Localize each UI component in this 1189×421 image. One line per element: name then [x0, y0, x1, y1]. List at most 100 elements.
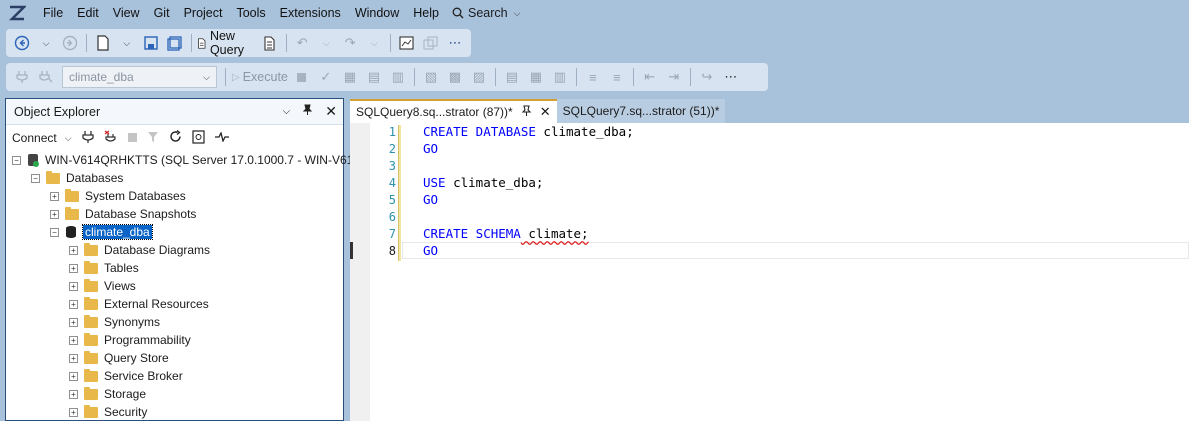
folder-icon	[84, 404, 98, 418]
chevron-down-icon[interactable]: ⌵	[36, 32, 56, 54]
more-icon[interactable]: ⋯	[721, 66, 741, 88]
decrease-indent-icon[interactable]: ⇤	[640, 66, 660, 88]
disconnect-icon[interactable]	[104, 129, 118, 147]
specify-values-icon[interactable]: ↪	[697, 66, 717, 88]
tree-node-databases[interactable]: − Databases	[6, 169, 343, 187]
connect-plug-icon[interactable]	[81, 130, 94, 147]
collapse-icon[interactable]: −	[31, 173, 40, 183]
expand-icon[interactable]: +	[69, 371, 78, 381]
more-icon[interactable]: ⋯	[445, 32, 465, 54]
tree-node-views[interactable]: + Views	[6, 277, 343, 295]
expand-icon[interactable]: +	[69, 317, 78, 327]
tree-node-external-resources[interactable]: + External Resources	[6, 295, 343, 313]
results-file-icon[interactable]: ▥	[550, 66, 570, 88]
chevron-down-icon[interactable]: ⌵	[117, 32, 137, 54]
sql-editor[interactable]: 1 2 3 4 5 6 7 8 CREATE DATABASE climate_…	[350, 123, 1189, 421]
close-icon[interactable]: ✕	[540, 104, 551, 120]
tab-sqlquery7[interactable]: SQLQuery7.sq...strator (51))*	[556, 99, 726, 123]
play-icon: ▷	[232, 71, 240, 83]
expand-icon[interactable]: +	[69, 389, 78, 399]
connect-button[interactable]: Connect ⌵	[12, 131, 72, 145]
menu-project[interactable]: Project	[177, 0, 230, 26]
expand-icon[interactable]: +	[69, 245, 78, 255]
expand-icon[interactable]: +	[69, 335, 78, 345]
save-icon[interactable]	[141, 32, 161, 54]
tree-node-label: Database Diagrams	[104, 243, 211, 257]
tree-node-storage[interactable]: + Storage	[6, 385, 343, 403]
pin-icon[interactable]	[302, 104, 313, 119]
stop-icon[interactable]	[292, 66, 312, 88]
ssms-logo-icon[interactable]	[6, 2, 28, 24]
filter-icon[interactable]	[147, 131, 159, 146]
include-plan-icon[interactable]: ▧	[421, 66, 441, 88]
chevron-down-icon: ⌵	[513, 7, 521, 18]
tree-node-query-store[interactable]: + Query Store	[6, 349, 343, 367]
forward-icon[interactable]	[60, 32, 80, 54]
tree-node-tables[interactable]: + Tables	[6, 259, 343, 277]
results-text-icon[interactable]: ▤	[502, 66, 522, 88]
increase-indent-icon[interactable]: ⇥	[664, 66, 684, 88]
tree-node-service-broker[interactable]: + Service Broker	[6, 367, 343, 385]
tree-node-climate-dba[interactable]: − climate_dba	[6, 223, 343, 241]
menu-git[interactable]: Git	[147, 0, 177, 26]
menu-file[interactable]: File	[36, 0, 70, 26]
expand-icon[interactable]: +	[69, 263, 78, 273]
client-stats-icon[interactable]: ▨	[469, 66, 489, 88]
tree-node-security[interactable]: + Security	[6, 403, 343, 421]
menu-window[interactable]: Window	[348, 0, 406, 26]
connect-icon[interactable]	[12, 66, 32, 88]
expand-icon[interactable]: +	[69, 407, 78, 417]
database-dropdown[interactable]: climate_dba ⌵	[62, 66, 217, 88]
new-item-icon[interactable]	[93, 32, 113, 54]
chevron-down-icon[interactable]: ⌵	[364, 32, 384, 54]
tree-node-database-snapshots[interactable]: + Database Snapshots	[6, 205, 343, 223]
activity-icon[interactable]	[214, 131, 229, 145]
results-grid-icon[interactable]: ▦	[526, 66, 546, 88]
tree-node-database-diagrams[interactable]: + Database Diagrams	[6, 241, 343, 259]
execute-button[interactable]: ▷ Execute	[232, 66, 288, 88]
refresh-icon[interactable]	[169, 129, 182, 146]
menu-view[interactable]: View	[106, 0, 147, 26]
activity-monitor-icon[interactable]	[397, 32, 417, 54]
copy-icon[interactable]	[421, 32, 441, 54]
query-options-icon[interactable]: ▤	[364, 66, 384, 88]
comment-icon[interactable]: ≡	[583, 66, 603, 88]
pin-icon[interactable]	[521, 104, 532, 120]
collapse-icon[interactable]: −	[50, 227, 59, 237]
object-explorer-title: Object Explorer	[14, 104, 101, 119]
chevron-down-icon[interactable]: ⌵	[316, 32, 336, 54]
expand-icon[interactable]: +	[69, 299, 78, 309]
expand-icon[interactable]: +	[69, 281, 78, 291]
change-connection-icon[interactable]	[36, 66, 56, 88]
tree-node-programmability[interactable]: + Programmability	[6, 331, 343, 349]
summary-icon[interactable]	[191, 129, 205, 147]
menu-help[interactable]: Help	[406, 0, 446, 26]
new-query-button[interactable]: New Query	[197, 29, 255, 57]
tree-node-server[interactable]: − WIN-V614QRHKTTS (SQL Server 17.0.1000.…	[6, 151, 369, 169]
save-all-icon[interactable]	[165, 32, 185, 54]
menu-edit[interactable]: Edit	[70, 0, 106, 26]
expand-icon[interactable]: +	[69, 353, 78, 363]
tree-node-synonyms[interactable]: + Synonyms	[6, 313, 343, 331]
menu-tools[interactable]: Tools	[229, 0, 272, 26]
estimated-plan-icon[interactable]: ▦	[340, 66, 360, 88]
intellisense-icon[interactable]: ▥	[388, 66, 408, 88]
chevron-down-icon[interactable]: ⌵	[283, 106, 291, 117]
database-snapshots-label: Database Snapshots	[85, 207, 197, 221]
tab-sqlquery8[interactable]: SQLQuery8.sq...strator (87))* ✕	[350, 99, 557, 123]
live-stats-icon[interactable]: ▩	[445, 66, 465, 88]
query-file-icon[interactable]	[260, 32, 280, 54]
redo-icon[interactable]: ↷	[340, 32, 360, 54]
collapse-icon[interactable]: −	[12, 155, 21, 165]
parse-check-icon[interactable]: ✓	[316, 66, 336, 88]
expand-icon[interactable]: +	[50, 209, 59, 219]
tree-node-system-databases[interactable]: + System Databases	[6, 187, 343, 205]
back-icon[interactable]	[12, 32, 32, 54]
undo-icon[interactable]: ↶	[292, 32, 312, 54]
menu-search[interactable]: Search ⌵	[446, 6, 526, 20]
menu-extensions[interactable]: Extensions	[273, 0, 348, 26]
close-icon[interactable]: ✕	[325, 103, 337, 120]
expand-icon[interactable]: +	[50, 191, 59, 201]
stop-icon[interactable]	[127, 131, 137, 145]
uncomment-icon[interactable]: ≡	[607, 66, 627, 88]
